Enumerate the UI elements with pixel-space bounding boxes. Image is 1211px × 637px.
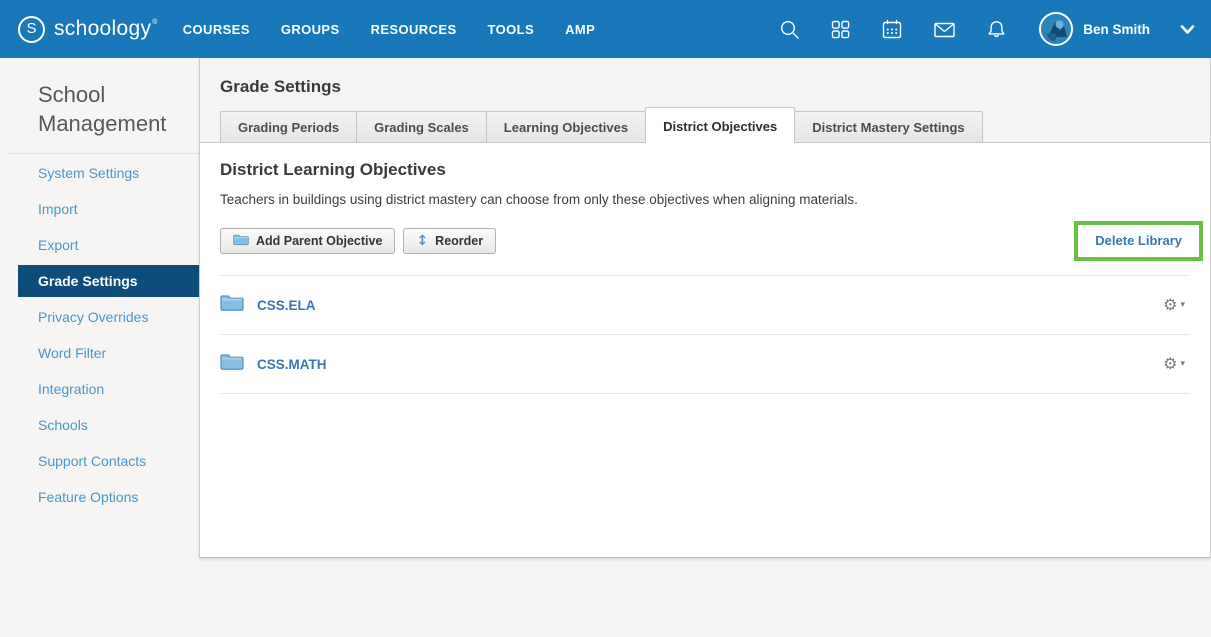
caret-down-icon: ▾	[1180, 301, 1185, 310]
bell-icon[interactable]	[986, 19, 1007, 40]
objective-link-css-ela[interactable]: CSS.ELA	[257, 298, 316, 313]
chevron-down-icon[interactable]	[1180, 24, 1195, 35]
district-objectives-panel: District Learning Objectives Teachers in…	[200, 143, 1210, 557]
sidebar-item-import[interactable]: Import	[0, 191, 199, 227]
folder-icon	[220, 352, 244, 376]
grade-settings-tabs: Grading Periods Grading Scales Learning …	[200, 107, 1210, 143]
page-title: Grade Settings	[220, 77, 1210, 97]
content-header: Grade Settings Grading Periods Grading S…	[200, 58, 1210, 143]
objective-row-css-math: CSS.MATH ⚙ ▾	[220, 335, 1190, 394]
caret-down-icon: ▾	[1180, 360, 1185, 369]
tab-district-mastery-settings[interactable]: District Mastery Settings	[794, 111, 982, 142]
tab-district-objectives[interactable]: District Objectives	[645, 107, 795, 143]
gear-icon: ⚙	[1163, 297, 1177, 313]
sidebar-item-export[interactable]: Export	[0, 227, 199, 263]
folder-icon	[220, 293, 244, 317]
tab-learning-objectives[interactable]: Learning Objectives	[486, 111, 646, 142]
reorder-button[interactable]: ↕ Reorder	[403, 228, 496, 254]
sidebar-title: School Management	[38, 80, 171, 138]
nav-link-tools[interactable]: TOOLS	[488, 22, 535, 37]
objective-list: CSS.ELA ⚙ ▾ CSS.MATH ⚙	[220, 275, 1190, 394]
sidebar-item-word-filter[interactable]: Word Filter	[0, 335, 199, 371]
folder-icon	[233, 233, 249, 249]
row-actions-menu[interactable]: ⚙ ▾	[1163, 297, 1190, 313]
schoology-logo[interactable]: S schoology®	[18, 16, 157, 43]
sidebar-item-system-settings[interactable]: System Settings	[0, 155, 199, 191]
tab-grading-scales[interactable]: Grading Scales	[356, 111, 487, 142]
mail-icon[interactable]	[933, 19, 956, 40]
sidebar-divider	[8, 153, 199, 154]
sidebar-item-feature-options[interactable]: Feature Options	[0, 479, 199, 515]
gear-icon: ⚙	[1163, 356, 1177, 372]
delete-library-link[interactable]: Delete Library	[1095, 233, 1182, 248]
top-navbar: S schoology® COURSES GROUPS RESOURCES TO…	[0, 0, 1211, 58]
registered-mark: ®	[152, 19, 157, 26]
section-title: District Learning Objectives	[220, 160, 1190, 180]
objective-row-css-ela: CSS.ELA ⚙ ▾	[220, 276, 1190, 335]
schoology-logo-text: schoology®	[54, 17, 157, 41]
tab-grading-periods[interactable]: Grading Periods	[220, 111, 357, 142]
sidebar-item-grade-settings[interactable]: Grade Settings	[18, 265, 199, 297]
nav-link-groups[interactable]: GROUPS	[281, 22, 340, 37]
user-name: Ben Smith	[1083, 22, 1150, 37]
app-grid-icon[interactable]	[830, 19, 851, 40]
annotation-highlight-box: Delete Library	[1074, 221, 1203, 261]
schoology-logo-icon: S	[18, 16, 45, 43]
content-column: Grade Settings Grading Periods Grading S…	[199, 58, 1211, 558]
user-avatar	[1039, 12, 1073, 46]
sidebar-item-support-contacts[interactable]: Support Contacts	[0, 443, 199, 479]
add-parent-objective-label: Add Parent Objective	[256, 234, 382, 248]
school-management-sidebar: School Management System Settings Import…	[0, 58, 199, 515]
primary-nav: COURSES GROUPS RESOURCES TOOLS AMP	[183, 22, 595, 37]
reorder-arrows-icon: ↕	[416, 233, 428, 249]
sidebar-nav: System Settings Import Export Grade Sett…	[0, 155, 199, 515]
sidebar-item-schools[interactable]: Schools	[0, 407, 199, 443]
calendar-icon[interactable]	[881, 18, 903, 40]
navbar-utilities: Ben Smith	[779, 12, 1195, 46]
section-description: Teachers in buildings using district mas…	[220, 192, 1190, 207]
user-menu[interactable]: Ben Smith	[1039, 12, 1150, 46]
objectives-toolbar: Add Parent Objective ↕ Reorder Delete Li…	[220, 221, 1190, 261]
reorder-label: Reorder	[435, 234, 483, 248]
add-parent-objective-button[interactable]: Add Parent Objective	[220, 228, 395, 254]
objective-link-css-math[interactable]: CSS.MATH	[257, 357, 327, 372]
nav-link-courses[interactable]: COURSES	[183, 22, 250, 37]
nav-link-amp[interactable]: AMP	[565, 22, 595, 37]
sidebar-item-integration[interactable]: Integration	[0, 371, 199, 407]
nav-link-resources[interactable]: RESOURCES	[371, 22, 457, 37]
search-icon[interactable]	[779, 19, 800, 40]
sidebar-item-privacy-overrides[interactable]: Privacy Overrides	[0, 299, 199, 335]
row-actions-menu[interactable]: ⚙ ▾	[1163, 356, 1190, 372]
